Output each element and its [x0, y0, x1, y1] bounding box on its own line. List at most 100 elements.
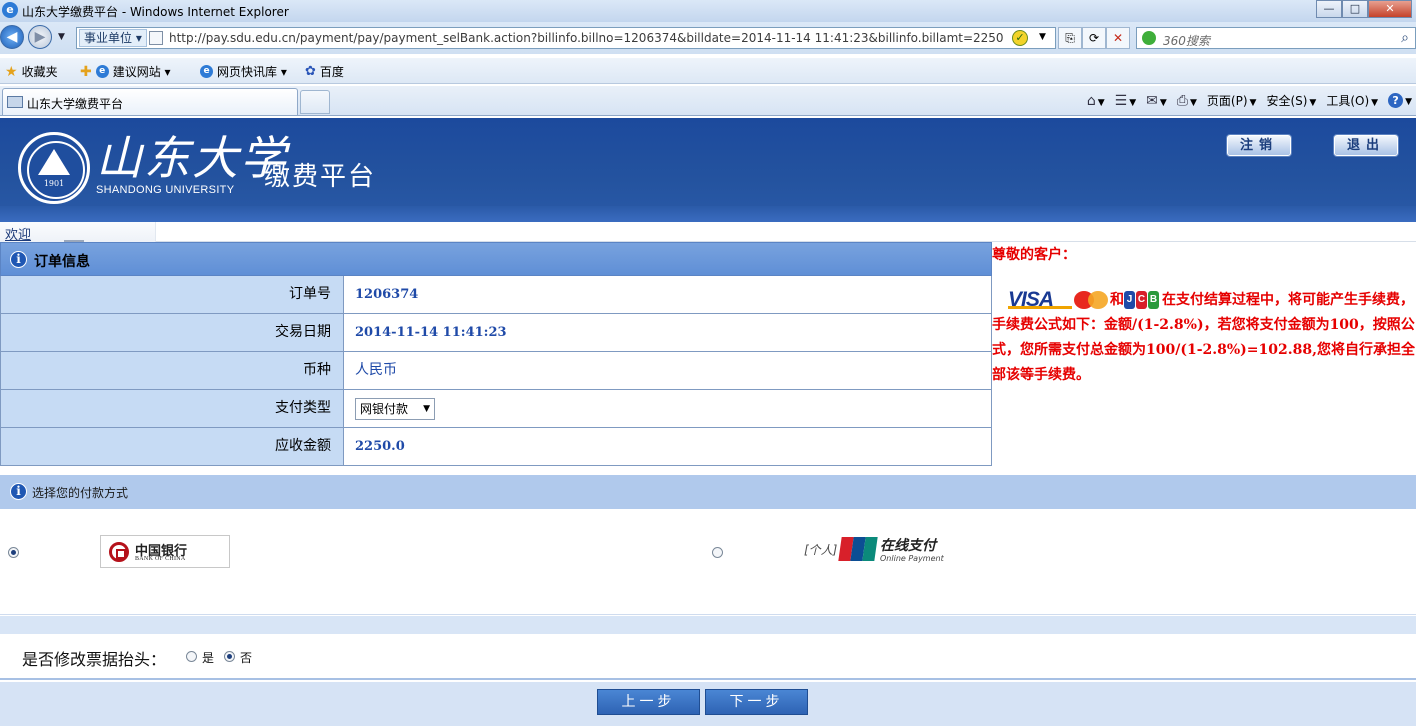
mail-button[interactable]: ✉ ▼: [1146, 93, 1167, 109]
print-button[interactable]: ⎙ ▼: [1177, 93, 1197, 109]
address-toolbar: ◀ ▶ ▼ 事业单位 ▾ http://pay.sdu.edu.cn/payme…: [0, 22, 1416, 54]
search-icon[interactable]: ⌕: [1401, 30, 1409, 46]
info-icon: i: [10, 483, 27, 500]
notice-greeting: 尊敬的客户：: [992, 247, 1076, 263]
baidu-paw-icon: ✿: [305, 64, 316, 79]
search-input[interactable]: 360搜索: [1163, 32, 1210, 49]
payment-options: 中国银行 BANK OF CHINA [个人] 在线支付 Online Paym…: [0, 509, 1416, 615]
header-divider: [0, 206, 1416, 222]
favorites-button[interactable]: ★ 收藏夹: [5, 63, 58, 80]
stop-icon[interactable]: ✕: [1106, 27, 1130, 49]
url-text[interactable]: http://pay.sdu.edu.cn/payment/pay/paymen…: [169, 31, 1004, 45]
page-icon: [149, 31, 163, 45]
refresh-icon[interactable]: ⟳: [1082, 27, 1106, 49]
back-button[interactable]: ◀: [0, 25, 24, 49]
tab-bar: 山东大学缴费平台 ⌂ ▼ ☰ ▼ ✉ ▼ ⎙ ▼ 页面(P) ▼ 安全(S) ▼ 工具(O)…: [0, 86, 1416, 116]
trade-date-label: 交易日期: [1, 314, 344, 351]
ie-page-icon: e: [200, 65, 213, 78]
invoice-yes-radio[interactable]: [186, 651, 197, 662]
personal-label: [个人]: [804, 543, 838, 557]
mastercard-logo: [1074, 291, 1108, 309]
previous-step-button[interactable]: 上一步: [597, 689, 700, 715]
order-row-payment-type: 支付类型 网银付款 ▼: [0, 390, 992, 428]
tab-title: 山东大学缴费平台: [27, 97, 124, 111]
favorites-bar: ★ 收藏夹 ✚ e 建议网站 ▾ e 网页快讯库 ▾ ✿ 百度: [0, 58, 1416, 84]
command-bar: ⌂ ▼ ☰ ▼ ✉ ▼ ⎙ ▼ 页面(P) ▼ 安全(S) ▼ 工具(O) ▼ ? ▼: [1087, 92, 1412, 109]
360-search-icon: [1142, 31, 1156, 45]
amount-label: 应收金额: [1, 428, 344, 465]
visa-logo: VISA: [1008, 289, 1072, 310]
window-title: 山东大学缴费平台 - Windows Internet Explorer: [22, 5, 289, 19]
university-name-en: SHANDONG UNIVERSITY: [96, 184, 235, 196]
mail-icon: ✉: [1146, 92, 1158, 109]
payment-type-label: 支付类型: [1, 390, 344, 427]
order-info-title: 订单信息: [34, 254, 90, 270]
safety-menu-label: 安全(S): [1266, 94, 1308, 108]
fav-item-web-slices[interactable]: e 网页快讯库 ▾: [200, 63, 287, 80]
exit-button[interactable]: 退出: [1334, 135, 1398, 156]
logout-button[interactable]: 注销: [1227, 135, 1291, 156]
jcb-logo: JCB: [1124, 291, 1160, 309]
forward-button[interactable]: ▶: [28, 25, 52, 49]
home-button[interactable]: ⌂ ▼: [1087, 93, 1105, 109]
payment-type-select[interactable]: 网银付款 ▼: [355, 398, 435, 420]
maximize-button[interactable]: □: [1342, 0, 1368, 18]
compatibility-view-icon[interactable]: ✓: [1012, 30, 1028, 46]
bank-name-en: BANK OF CHINA: [135, 556, 186, 562]
home-icon: ⌂: [1086, 92, 1096, 109]
welcome-link[interactable]: 欢迎: [5, 224, 31, 243]
security-zone-badge[interactable]: 事业单位 ▾: [79, 29, 147, 47]
address-tools: ⎘ ⟳ ✕: [1058, 27, 1130, 49]
order-row-bill-no: 订单号 1206374: [0, 276, 992, 314]
amount-value: 2250.0: [355, 439, 405, 454]
boc-radio[interactable]: [8, 547, 19, 558]
minimize-button[interactable]: —: [1316, 0, 1342, 18]
notice-body: VISA 和 J C B 在支付结算过程中，将可能产生手续费， 手续费公式如下：金额/(1…: [992, 288, 1416, 388]
new-tab-button[interactable]: [300, 90, 330, 114]
bill-no-label: 订单号: [1, 276, 344, 313]
add-favorite-icon: ✚: [80, 63, 92, 80]
chevron-down-icon: ▼: [423, 404, 430, 414]
payment-method-title: 选择您的付款方式: [32, 486, 129, 500]
welcome-bar: 欢迎: [0, 222, 1416, 243]
site-header: 1901 山东大学 SHANDONG UNIVERSITY 缴费平台 注销 退出: [0, 118, 1416, 222]
page-favicon-icon: [7, 96, 23, 108]
search-box[interactable]: 360搜索 ⌕: [1136, 27, 1416, 49]
history-dropdown-icon[interactable]: ▼: [58, 32, 65, 42]
fav-item-label: 建议网站 ▾: [112, 65, 171, 79]
bank-of-china-option[interactable]: 中国银行 BANK OF CHINA: [100, 535, 230, 568]
invoice-no-radio[interactable]: [224, 651, 235, 662]
fav-item-suggested-sites[interactable]: ✚ e 建议网站 ▾: [80, 63, 171, 80]
fav-item-label: 网页快讯库 ▾: [217, 65, 287, 79]
payment-type-selected: 网银付款: [360, 402, 409, 416]
university-seal-logo: 1901: [18, 132, 90, 204]
fav-item-baidu[interactable]: ✿ 百度: [305, 63, 344, 80]
ie-page-icon: e: [95, 65, 109, 78]
feeds-button[interactable]: ☰ ▼: [1115, 93, 1136, 109]
currency-value: 人民币: [355, 362, 397, 378]
internet-explorer-icon: e: [2, 2, 18, 18]
rss-icon: ☰: [1114, 92, 1128, 109]
page-menu[interactable]: 页面(P) ▼: [1207, 92, 1257, 109]
mountain-emblem: [38, 149, 70, 175]
printer-icon: ⎙: [1176, 92, 1188, 109]
tools-menu[interactable]: 工具(O) ▼: [1326, 92, 1378, 109]
address-field[interactable]: 事业单位 ▾ http://pay.sdu.edu.cn/payment/pay…: [76, 27, 1056, 49]
payment-method-header: i 选择您的付款方式: [0, 475, 1416, 509]
order-row-amount: 应收金额 2250.0: [0, 428, 992, 466]
order-info-header: i 订单信息: [0, 242, 992, 276]
fav-item-label: 百度: [319, 65, 344, 79]
bank-of-china-icon: [109, 542, 129, 562]
trade-date-value: 2014-11-14 11:41:23: [355, 325, 507, 340]
next-step-button[interactable]: 下一步: [705, 689, 808, 715]
unionpay-radio[interactable]: [712, 547, 723, 558]
invoice-yes-label: 是: [202, 651, 215, 665]
rss-page-icon[interactable]: ⎘: [1058, 27, 1082, 49]
address-dropdown-icon[interactable]: ▼: [1039, 32, 1046, 42]
help-button[interactable]: ? ▼: [1388, 93, 1412, 108]
close-window-button[interactable]: ✕: [1368, 0, 1412, 18]
form-footer: 上一步 下一步: [0, 682, 1416, 726]
tab-active[interactable]: 山东大学缴费平台: [2, 88, 298, 115]
safety-menu[interactable]: 安全(S) ▼: [1266, 92, 1316, 109]
seal-year: 1901: [43, 179, 65, 188]
